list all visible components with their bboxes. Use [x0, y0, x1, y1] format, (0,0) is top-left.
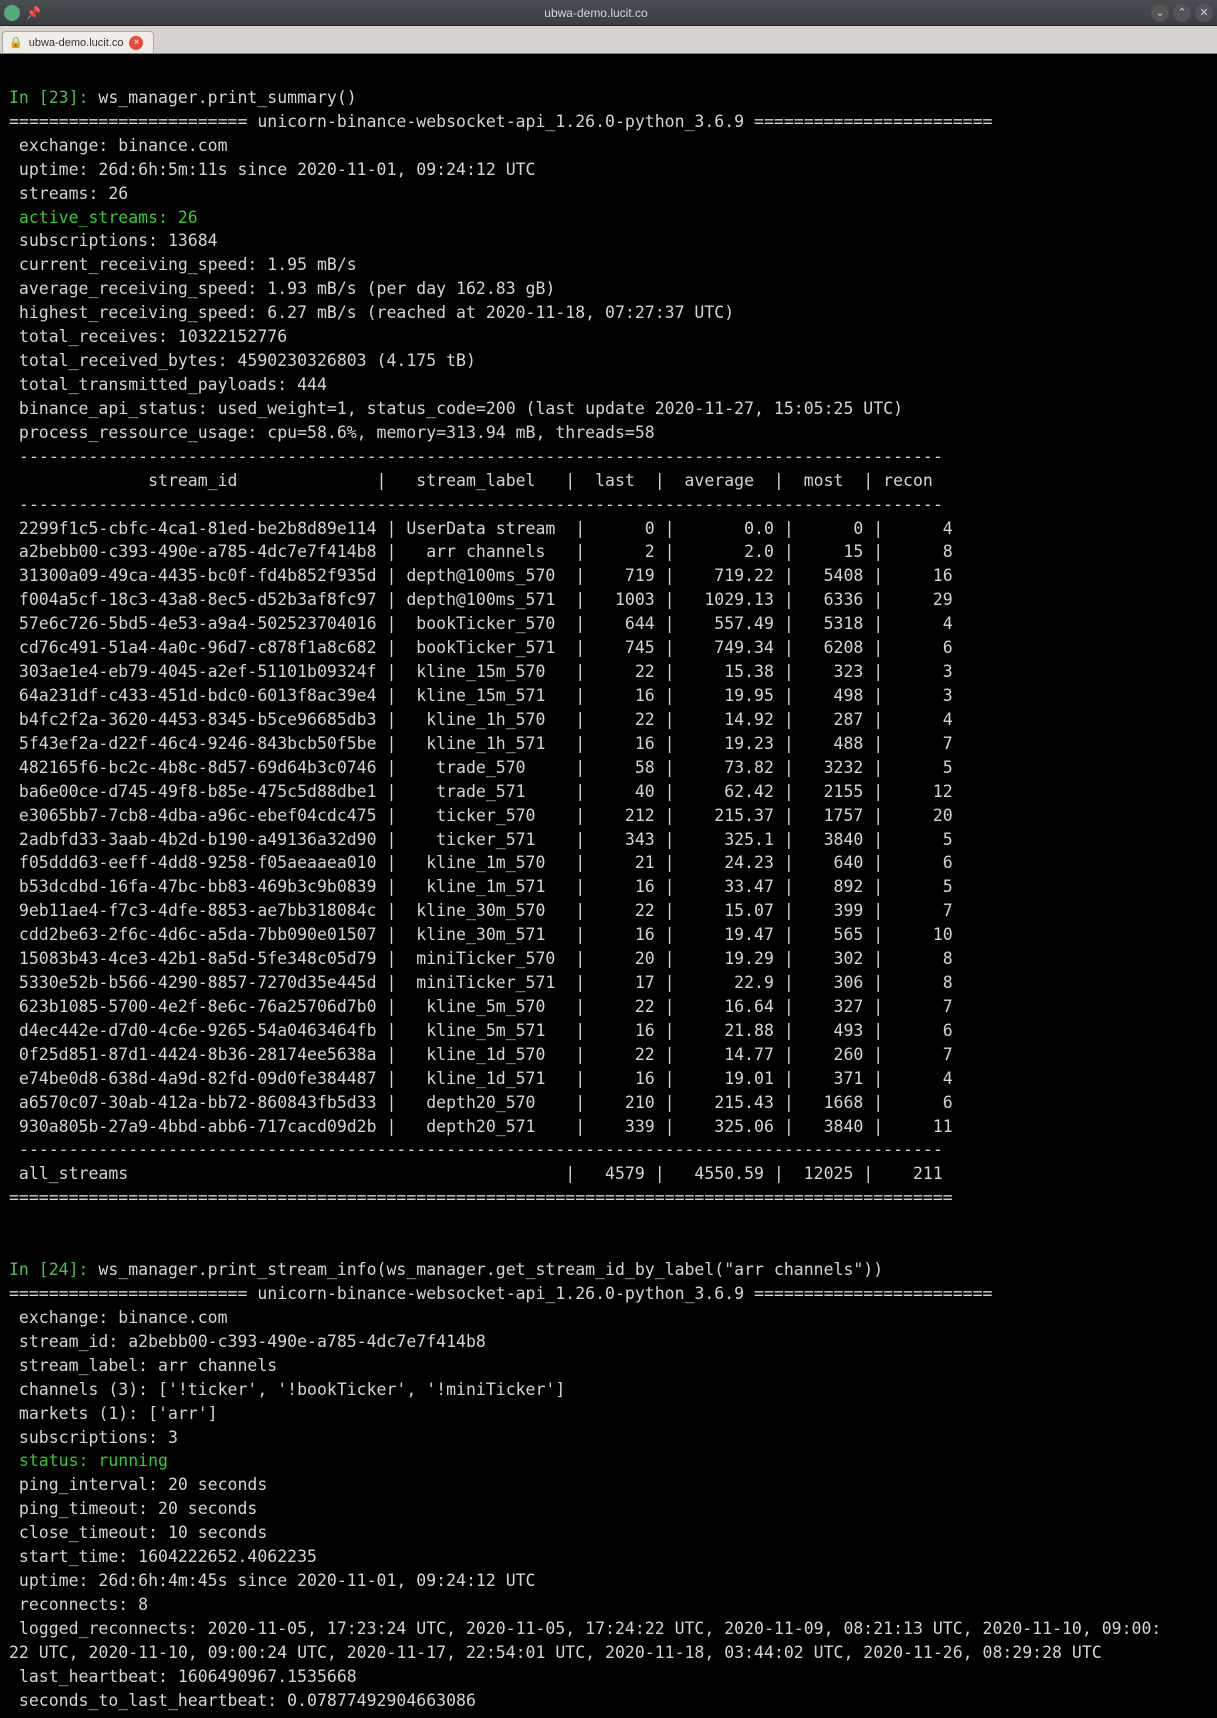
minimize-button[interactable]: ⌄: [1151, 4, 1169, 22]
app-icon: [4, 5, 20, 21]
browser-tabbar: 🔒 ubwa-demo.lucit.co ×: [0, 26, 1217, 54]
maximize-button[interactable]: ⌃: [1173, 4, 1191, 22]
browser-tab[interactable]: 🔒 ubwa-demo.lucit.co ×: [2, 31, 154, 53]
lock-icon: 🔒: [9, 36, 23, 49]
tab-label: ubwa-demo.lucit.co: [29, 37, 124, 49]
tab-close-icon[interactable]: ×: [129, 36, 143, 50]
window-titlebar: 📌 ubwa-demo.lucit.co ⌄ ⌃ ✕: [0, 0, 1217, 26]
close-button[interactable]: ✕: [1195, 4, 1213, 22]
pre: In [23]: ws_manager.print_summary() ====…: [9, 88, 1161, 1718]
pin-icon[interactable]: 📌: [26, 6, 41, 20]
terminal-output[interactable]: In [23]: ws_manager.print_summary() ====…: [0, 54, 1217, 1718]
window-title: ubwa-demo.lucit.co: [41, 6, 1151, 20]
